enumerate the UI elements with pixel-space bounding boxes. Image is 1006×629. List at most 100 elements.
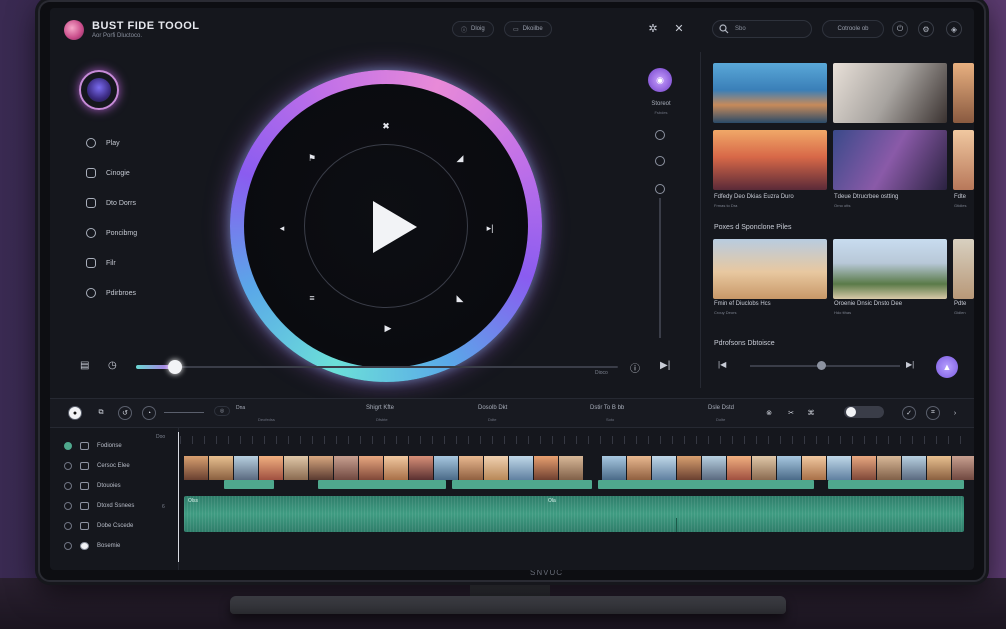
header-chip[interactable]: Cotroole ob [822, 20, 884, 38]
skip-end-icon[interactable]: ▶| [660, 360, 670, 371]
skip-back-icon[interactable]: |◀ [718, 360, 726, 369]
prev-icon[interactable]: ◂ [276, 222, 288, 234]
clip-bar[interactable] [828, 480, 964, 489]
volume-sublabel: Fsbdes [654, 110, 668, 115]
grid-icon[interactable]: ⌗ [926, 406, 940, 420]
track-fodionse[interactable]: Fodionse [64, 442, 122, 450]
list-icon[interactable]: ≡ [306, 292, 318, 304]
link-icon[interactable]: ⊗ [762, 406, 776, 420]
sidebar-item-poncibmg[interactable]: Poncibmg [86, 228, 137, 238]
gear-icon[interactable]: ⚙ [918, 21, 934, 37]
snap-toggle[interactable] [844, 406, 884, 418]
clip-bar[interactable] [598, 480, 814, 489]
sidebar-item-pdirbroes[interactable]: Pdirbroes [86, 288, 136, 298]
seek-bar[interactable] [136, 366, 618, 368]
eye-icon[interactable] [64, 462, 72, 470]
track-dtouoies[interactable]: Dtouoies [64, 482, 121, 490]
play-circle-icon [86, 138, 96, 148]
timeline-sub-label: Deofedss [258, 417, 275, 422]
shield-icon[interactable]: ◈ [946, 21, 962, 37]
volume-knob[interactable]: ◉ [648, 68, 672, 92]
timeline-group-4[interactable]: Dsle Dstd [708, 405, 734, 411]
power-icon[interactable]: ⏻ [892, 21, 908, 37]
speaker-icon[interactable]: ◣ [454, 292, 466, 304]
scissors-icon[interactable]: ✂ [784, 406, 798, 420]
clip-icon[interactable]: ◔ [142, 406, 156, 420]
media-thumb-sunset[interactable] [713, 130, 827, 190]
video-clip-2[interactable] [602, 456, 974, 480]
timeline-group-1[interactable]: Shigrt Kfte [366, 405, 394, 411]
timeline-group-3-sub: Soto [606, 417, 615, 422]
undo-icon[interactable]: ↺ [118, 406, 132, 420]
audio-track-waveform[interactable] [184, 496, 964, 532]
record-icon[interactable] [655, 156, 665, 166]
mini-seek-thumb[interactable] [816, 361, 826, 370]
media-thumb-palm[interactable] [833, 239, 947, 299]
shuffle-icon[interactable]: ✕ [673, 23, 685, 35]
clip-bar[interactable] [318, 480, 446, 489]
magnet-icon[interactable]: ⌘ [804, 406, 818, 420]
sidebar-item-play[interactable]: Play [86, 138, 120, 148]
shuffle-icon[interactable]: ✖ [380, 120, 392, 132]
volume-slider[interactable] [659, 198, 661, 338]
skip-forward-icon[interactable]: ▶| [906, 360, 914, 369]
eye-icon[interactable] [64, 482, 72, 490]
eye-icon[interactable] [64, 502, 72, 510]
volume-icon[interactable]: ◢ [454, 152, 466, 164]
skip-forward-icon[interactable]: ▸| [484, 222, 496, 234]
playlist-icon[interactable]: ▤ [80, 360, 89, 371]
flag-icon[interactable]: ⚑ [306, 152, 318, 164]
info-icon[interactable]: ⓘ [630, 360, 640, 375]
media-thumb-speaker[interactable] [833, 63, 947, 123]
section-title: Poxes d Sponclone Piles [714, 224, 792, 231]
next-icon[interactable]: ▶ [382, 322, 394, 334]
playhead[interactable] [178, 432, 179, 562]
eye-icon[interactable] [64, 542, 72, 550]
video-clip-1[interactable] [184, 456, 584, 480]
header-tab-dloig[interactable]: ⓘ Dloig [452, 21, 494, 37]
app-subtitle: Aor Porfi Dluctoco. [92, 33, 143, 39]
media-thumb-desert[interactable] [713, 239, 827, 299]
globe-icon [86, 288, 96, 298]
clock-icon[interactable]: ◷ [108, 360, 117, 371]
eye-icon[interactable] [64, 522, 72, 530]
media-thumb-partial-2[interactable] [953, 130, 974, 190]
chevron-right-icon[interactable]: › [948, 406, 962, 420]
split-icon[interactable]: ⧉ [94, 406, 108, 420]
timeline-group-3[interactable]: Dstir To B bb [590, 405, 624, 411]
search-input[interactable]: Sbo [712, 20, 812, 38]
track-cersoc-elee[interactable]: Cersoc Elee [64, 462, 130, 470]
check-icon[interactable]: ✓ [902, 406, 916, 420]
play-button[interactable] [373, 201, 417, 253]
media-thumb-partial[interactable] [953, 63, 974, 123]
media-thumb-stage[interactable] [833, 130, 947, 190]
track-dobe-cscede[interactable]: Dobe Cscede [64, 522, 133, 530]
toggle-chip[interactable]: ◎ [214, 406, 230, 416]
settings-icon[interactable]: ✲ [647, 23, 659, 35]
thumb-caption: Fmin ef Diuclobs Hcs [714, 301, 771, 307]
zoom-line [164, 412, 204, 413]
clip-bar[interactable] [452, 480, 592, 489]
seek-bar-thumb[interactable] [167, 360, 182, 374]
eye-icon[interactable] [64, 442, 72, 450]
thumb-subcaption: Gtidies [954, 203, 967, 208]
sidebar-item-dto-dorrs[interactable]: Dto Dorrs [86, 198, 136, 208]
clip-bar[interactable] [224, 480, 274, 489]
profile-avatar[interactable] [79, 70, 119, 110]
track-icon [80, 462, 89, 470]
sidebar-item-filr[interactable]: Filr [86, 258, 116, 268]
sidebar-item-cinogie[interactable]: Cinogie [86, 168, 130, 178]
track-dtoxd-ssnees[interactable]: Dtoxd Ssnees [64, 502, 134, 510]
media-thumb-beach[interactable] [713, 63, 827, 123]
record-button[interactable]: ● [68, 406, 82, 420]
film-icon [86, 168, 96, 178]
level-icon[interactable] [655, 184, 665, 194]
timeline-group-2[interactable]: Dosolb Dkt [478, 405, 507, 411]
action-button[interactable]: ▲ [936, 356, 958, 378]
thumb-caption: Fdte [954, 194, 967, 200]
mic-icon[interactable] [655, 130, 665, 140]
audio-clip-label: Olss [188, 498, 198, 504]
header-tab-dkoilbe[interactable]: ▭ Dkoilbe [504, 21, 552, 37]
media-thumb-partial-3[interactable] [953, 239, 974, 299]
track-bosemie[interactable]: Bosemie [64, 542, 120, 550]
